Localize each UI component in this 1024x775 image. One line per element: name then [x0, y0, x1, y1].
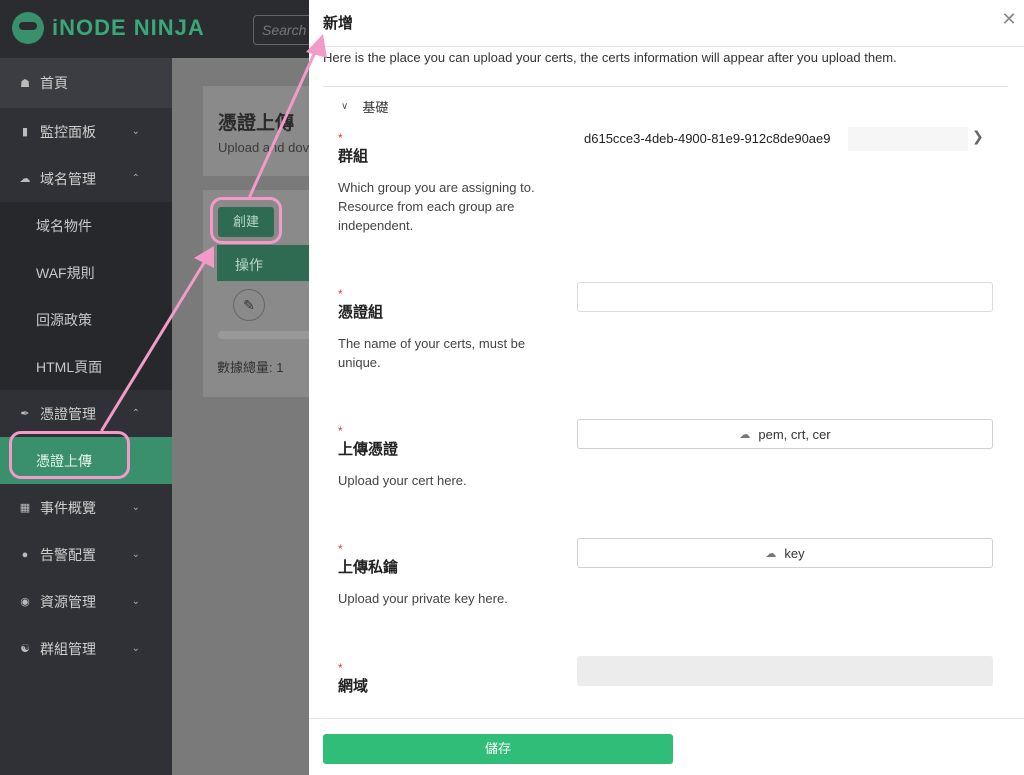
- sidebar-item-label: 首頁: [40, 75, 68, 91]
- required-mark: *: [338, 287, 343, 301]
- total-count: 數據總量: 1: [217, 360, 284, 375]
- divider: [323, 86, 1008, 87]
- chevron-down-icon: ⌄: [131, 596, 140, 607]
- chevron-down-icon: ⌄: [131, 549, 140, 560]
- cert-group-input[interactable]: [577, 282, 993, 312]
- chevron-down-icon: ⌄: [131, 643, 140, 654]
- sidebar-item-label: 告警配置: [40, 546, 96, 563]
- sidebar-item-label: 群組管理: [40, 640, 96, 657]
- sidebar-item-label: 回源政策: [36, 311, 92, 328]
- required-mark: *: [338, 661, 343, 675]
- required-mark: *: [338, 424, 343, 438]
- upload-key-button-label: key: [784, 545, 805, 561]
- sidebar-item-label: HTML頁面: [36, 358, 103, 375]
- domain-input[interactable]: [577, 656, 993, 686]
- bell-icon: ●: [21, 548, 29, 561]
- sidebar-item-dashboard[interactable]: ▮ 監控面板 ⌄: [0, 108, 172, 155]
- upload-key-field: * 上傳私鑰 Upload your private key here.: [338, 542, 568, 608]
- certificate-icon: ✒: [20, 408, 30, 420]
- sidebar-item-label: 資源管理: [40, 593, 96, 610]
- group-field: * 群組 Which group you are assigning to. R…: [338, 131, 568, 235]
- event-icon: ▦: [19, 502, 31, 514]
- divider: [309, 46, 1024, 47]
- sidebar-item-resource-management[interactable]: ◉ 資源管理 ⌄: [0, 578, 172, 625]
- chevron-up-icon: ⌃: [131, 173, 140, 184]
- sidebar-item-group-management[interactable]: ☯ 群組管理 ⌄: [0, 625, 172, 672]
- page-title: 憑證上傳: [218, 113, 295, 134]
- required-mark: *: [338, 131, 343, 145]
- domain-field: * 網域: [338, 661, 568, 696]
- upload-cert-button[interactable]: ☁ pem, crt, cer: [577, 419, 993, 449]
- sidebar-item-alert-config[interactable]: ● 告警配置 ⌄: [0, 531, 172, 578]
- upload-key-help: Upload your private key here.: [338, 591, 508, 606]
- upload-cert-help: Upload your cert here.: [338, 473, 467, 488]
- brand-name: iNODE NINJA: [52, 15, 205, 40]
- globe-icon: ◉: [20, 596, 30, 608]
- section-basic-toggle[interactable]: ∨ 基礎: [341, 97, 388, 116]
- table-scrollbar[interactable]: [218, 331, 318, 339]
- cert-group-help: The name of your certs, must be unique.: [338, 336, 526, 370]
- sidebar-item-label: WAF規則: [36, 264, 95, 281]
- chevron-down-icon[interactable]: ❯: [972, 128, 984, 145]
- sidebar-item-home[interactable]: ☗ 首頁: [0, 58, 172, 108]
- chevron-up-icon: ⌃: [131, 408, 140, 419]
- cloud-upload-icon: ☁: [765, 547, 777, 560]
- cloud-icon: ☁: [19, 173, 31, 185]
- annotation-highlight-create: [210, 197, 282, 244]
- group-label: 群組: [338, 148, 369, 165]
- sidebar-item-domain-management[interactable]: ☁ 域名管理 ⌃: [0, 155, 172, 202]
- domain-label: 網域: [338, 678, 369, 695]
- chevron-down-icon: ⌄: [131, 502, 140, 513]
- cert-group-field: * 憑證組 The name of your certs, must be un…: [338, 287, 568, 372]
- edit-icon[interactable]: ✎: [233, 289, 265, 321]
- sidebar-item-html-pages[interactable]: HTML頁面: [0, 343, 172, 390]
- sidebar-item-domain-objects[interactable]: 域名物件: [0, 202, 172, 249]
- sidebar-item-waf-rules[interactable]: WAF規則: [0, 249, 172, 296]
- annotation-highlight-cert-upload: [9, 431, 130, 479]
- section-title: 基礎: [362, 100, 389, 115]
- sidebar-item-label: 事件概覽: [40, 499, 96, 516]
- chevron-down-icon: ∨: [341, 101, 349, 112]
- sidebar-item-label: 憑證管理: [40, 405, 96, 422]
- bar-chart-icon: ▮: [21, 126, 29, 138]
- sidebar-item-origin-policy[interactable]: 回源政策: [0, 296, 172, 343]
- drawer-description: Here is the place you can upload your ce…: [323, 50, 897, 65]
- chevron-down-icon: ⌄: [131, 126, 140, 137]
- cert-group-label: 憑證組: [338, 304, 384, 321]
- page-subtitle: Upload and dov: [218, 140, 310, 155]
- group-select-value[interactable]: d615cce3-4deb-4900-81e9-912c8de90ae9: [584, 131, 831, 146]
- group-help: Which group you are assigning to. Resour…: [338, 180, 535, 233]
- sidebar-item-label: 域名物件: [36, 217, 92, 234]
- upload-cert-field: * 上傳憑證 Upload your cert here.: [338, 424, 568, 490]
- required-mark: *: [338, 542, 343, 556]
- upload-cert-label: 上傳憑證: [338, 441, 399, 458]
- upload-key-label: 上傳私鑰: [338, 559, 399, 576]
- sidebar-item-event-overview[interactable]: ▦ 事件概覽 ⌄: [0, 484, 172, 531]
- home-icon: ☗: [20, 77, 30, 90]
- drawer-title: 新增: [323, 15, 354, 32]
- sidebar: ☗ 首頁 ▮ 監控面板 ⌄ ☁ 域名管理 ⌃ 域名物件 WAF規則 回源政策 H…: [0, 58, 172, 775]
- save-button[interactable]: 儲存: [323, 734, 673, 764]
- group-select[interactable]: [848, 127, 968, 151]
- sidebar-item-label: 監控面板: [40, 123, 96, 140]
- sidebar-item-label: 域名管理: [40, 170, 96, 187]
- close-icon[interactable]: ✕: [1000, 10, 1018, 28]
- upload-cert-button-label: pem, crt, cer: [758, 426, 831, 442]
- group-icon: ☯: [20, 643, 30, 655]
- cloud-upload-icon: ☁: [739, 428, 751, 441]
- logo[interactable]: iNODE NINJA: [12, 12, 205, 44]
- divider: [309, 718, 1024, 719]
- ninja-logo-icon: [12, 12, 44, 44]
- sidebar-item-cert-management[interactable]: ✒ 憑證管理 ⌃: [0, 390, 172, 437]
- add-cert-drawer: 新增 ✕ Here is the place you can upload yo…: [309, 0, 1024, 775]
- upload-key-button[interactable]: ☁ key: [577, 538, 993, 568]
